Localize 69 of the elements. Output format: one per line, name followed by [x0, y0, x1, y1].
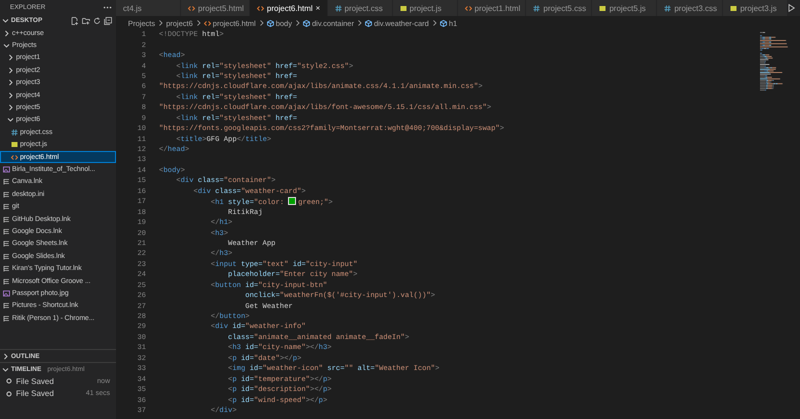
code-brackets-icon: [464, 4, 472, 12]
hash-icon: [533, 4, 540, 12]
js-file-icon: [400, 4, 407, 12]
timeline-entry[interactable]: File Saved: [16, 389, 54, 398]
editor-tab[interactable]: project1.html: [458, 0, 526, 16]
new-folder-icon[interactable]: [82, 16, 90, 24]
file-lines-icon: [3, 216, 10, 223]
refresh-icon[interactable]: [93, 16, 101, 24]
editor-tab[interactable]: project3.js: [723, 0, 788, 16]
hash-icon: [11, 128, 18, 136]
chevron-right-icon[interactable]: [2, 352, 9, 360]
chevron-down-icon[interactable]: [2, 366, 9, 372]
file-lines-icon: [3, 228, 10, 235]
cube-icon: [302, 20, 310, 26]
cube-icon: [266, 20, 274, 26]
js-file-icon: [11, 141, 18, 148]
chevron-down-icon[interactable]: [2, 17, 9, 24]
editor-tab[interactable]: project3.css: [657, 0, 724, 16]
circle-icon: [6, 390, 12, 397]
editor-tab[interactable]: project.css: [328, 0, 393, 16]
more-icon[interactable]: [103, 6, 112, 8]
file-lines-icon: [3, 178, 10, 186]
chevron-right-icon[interactable]: [7, 79, 14, 86]
minimap-drawing: [760, 32, 790, 92]
cube-icon: [440, 20, 447, 26]
editor-tab[interactable]: project6.html: [250, 0, 328, 16]
file-lines-icon: [3, 252, 10, 260]
chevron-right-icon[interactable]: [7, 104, 14, 112]
chevron-right-icon: [258, 20, 264, 26]
file-lines-icon: [3, 278, 10, 284]
code-brackets-icon: [188, 4, 195, 12]
file-lines-icon: [3, 240, 10, 248]
chevron-right-icon[interactable]: [7, 92, 14, 99]
chevron-down-icon[interactable]: [3, 42, 10, 50]
hash-icon: [664, 4, 672, 12]
code-brackets-icon: [256, 4, 264, 12]
close-icon[interactable]: [316, 5, 320, 11]
hash-icon: [334, 4, 342, 12]
editor-tab[interactable]: project5.js: [592, 0, 658, 16]
chevron-down-icon[interactable]: [7, 116, 14, 124]
editor-tab[interactable]: project5.html: [181, 0, 250, 16]
chevron-right-icon[interactable]: [7, 54, 14, 62]
chevron-right-icon[interactable]: [7, 66, 14, 74]
file-lines-icon: [3, 265, 10, 272]
cube-icon: [364, 20, 372, 26]
editor-tab[interactable]: ct4.js: [116, 0, 181, 16]
chevron-right-icon: [158, 20, 164, 26]
js-file-icon: [730, 4, 738, 12]
circle-icon: [6, 378, 12, 384]
chevron-right-icon[interactable]: [3, 30, 10, 37]
timeline-entry[interactable]: File Saved: [16, 376, 54, 386]
image-file-icon: [3, 166, 10, 173]
collapse-all-icon[interactable]: [104, 16, 112, 24]
code-brackets-icon: [204, 20, 211, 26]
editor-tab[interactable]: project5.css: [526, 0, 592, 16]
code-brackets-icon: [11, 154, 18, 161]
chevron-right-icon: [356, 20, 362, 26]
chevron-right-icon: [432, 20, 437, 26]
new-file-icon[interactable]: [71, 16, 79, 24]
file-lines-icon: [3, 203, 10, 210]
chevron-right-icon: [294, 20, 300, 26]
file-lines-icon: [3, 302, 10, 310]
image-file-icon: [3, 290, 10, 297]
file-lines-icon: [3, 190, 10, 198]
file-lines-icon: [3, 314, 10, 322]
run-icon[interactable]: [788, 4, 795, 12]
editor-tab[interactable]: project.js: [392, 0, 458, 16]
chevron-right-icon: [196, 20, 201, 26]
js-file-icon: [599, 4, 606, 12]
